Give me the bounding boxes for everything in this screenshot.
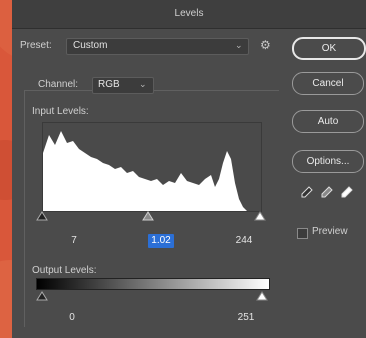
dialog-titlebar: Levels bbox=[12, 0, 366, 29]
preset-value: Custom bbox=[73, 40, 108, 51]
output-slider-track[interactable] bbox=[36, 290, 272, 302]
output-black-handle bbox=[36, 291, 48, 301]
channel-label: Channel: bbox=[38, 79, 79, 90]
white-point-eyedropper-icon[interactable] bbox=[340, 185, 354, 199]
chevron-down-icon: ⌄ bbox=[235, 40, 243, 50]
output-white-handle bbox=[256, 291, 268, 301]
preset-label: Preset: bbox=[20, 40, 52, 51]
options-button[interactable]: Options... bbox=[292, 150, 364, 173]
ok-button[interactable]: OK bbox=[292, 37, 366, 60]
preview-label: Preview bbox=[312, 226, 348, 237]
output-levels-label: Output Levels: bbox=[32, 265, 97, 276]
black-point-handle bbox=[36, 211, 48, 221]
input-black-field[interactable]: 7 bbox=[64, 234, 84, 248]
preview-checkbox[interactable] bbox=[297, 228, 308, 239]
preset-select[interactable]: Custom ⌄ bbox=[66, 38, 249, 55]
output-black-field[interactable]: 0 bbox=[62, 311, 82, 325]
input-white-field[interactable]: 244 bbox=[232, 234, 256, 248]
black-point-eyedropper-icon[interactable] bbox=[300, 185, 314, 199]
gamma-handle bbox=[142, 211, 154, 221]
gear-icon[interactable]: ⚙ bbox=[260, 37, 276, 53]
channel-select[interactable]: RGB ⌄ bbox=[92, 77, 154, 94]
output-white-field[interactable]: 251 bbox=[234, 311, 258, 325]
levels-dialog: Levels Preset: Custom ⌄ ⚙ Channel: RGB ⌄… bbox=[12, 0, 366, 338]
gray-point-eyedropper-icon[interactable] bbox=[320, 185, 334, 199]
channel-value: RGB bbox=[98, 79, 120, 90]
histogram-fill bbox=[43, 131, 247, 211]
input-levels-label: Input Levels: bbox=[32, 106, 89, 117]
auto-button[interactable]: Auto bbox=[292, 110, 364, 133]
white-point-handle bbox=[254, 211, 266, 221]
histogram bbox=[42, 122, 262, 212]
chevron-down-icon: ⌄ bbox=[139, 79, 147, 89]
output-gradient bbox=[36, 278, 270, 290]
input-slider-track[interactable] bbox=[36, 210, 266, 222]
dialog-title: Levels bbox=[174, 8, 204, 19]
input-gamma-field[interactable]: 1.02 bbox=[148, 234, 174, 248]
cancel-button[interactable]: Cancel bbox=[292, 72, 364, 95]
